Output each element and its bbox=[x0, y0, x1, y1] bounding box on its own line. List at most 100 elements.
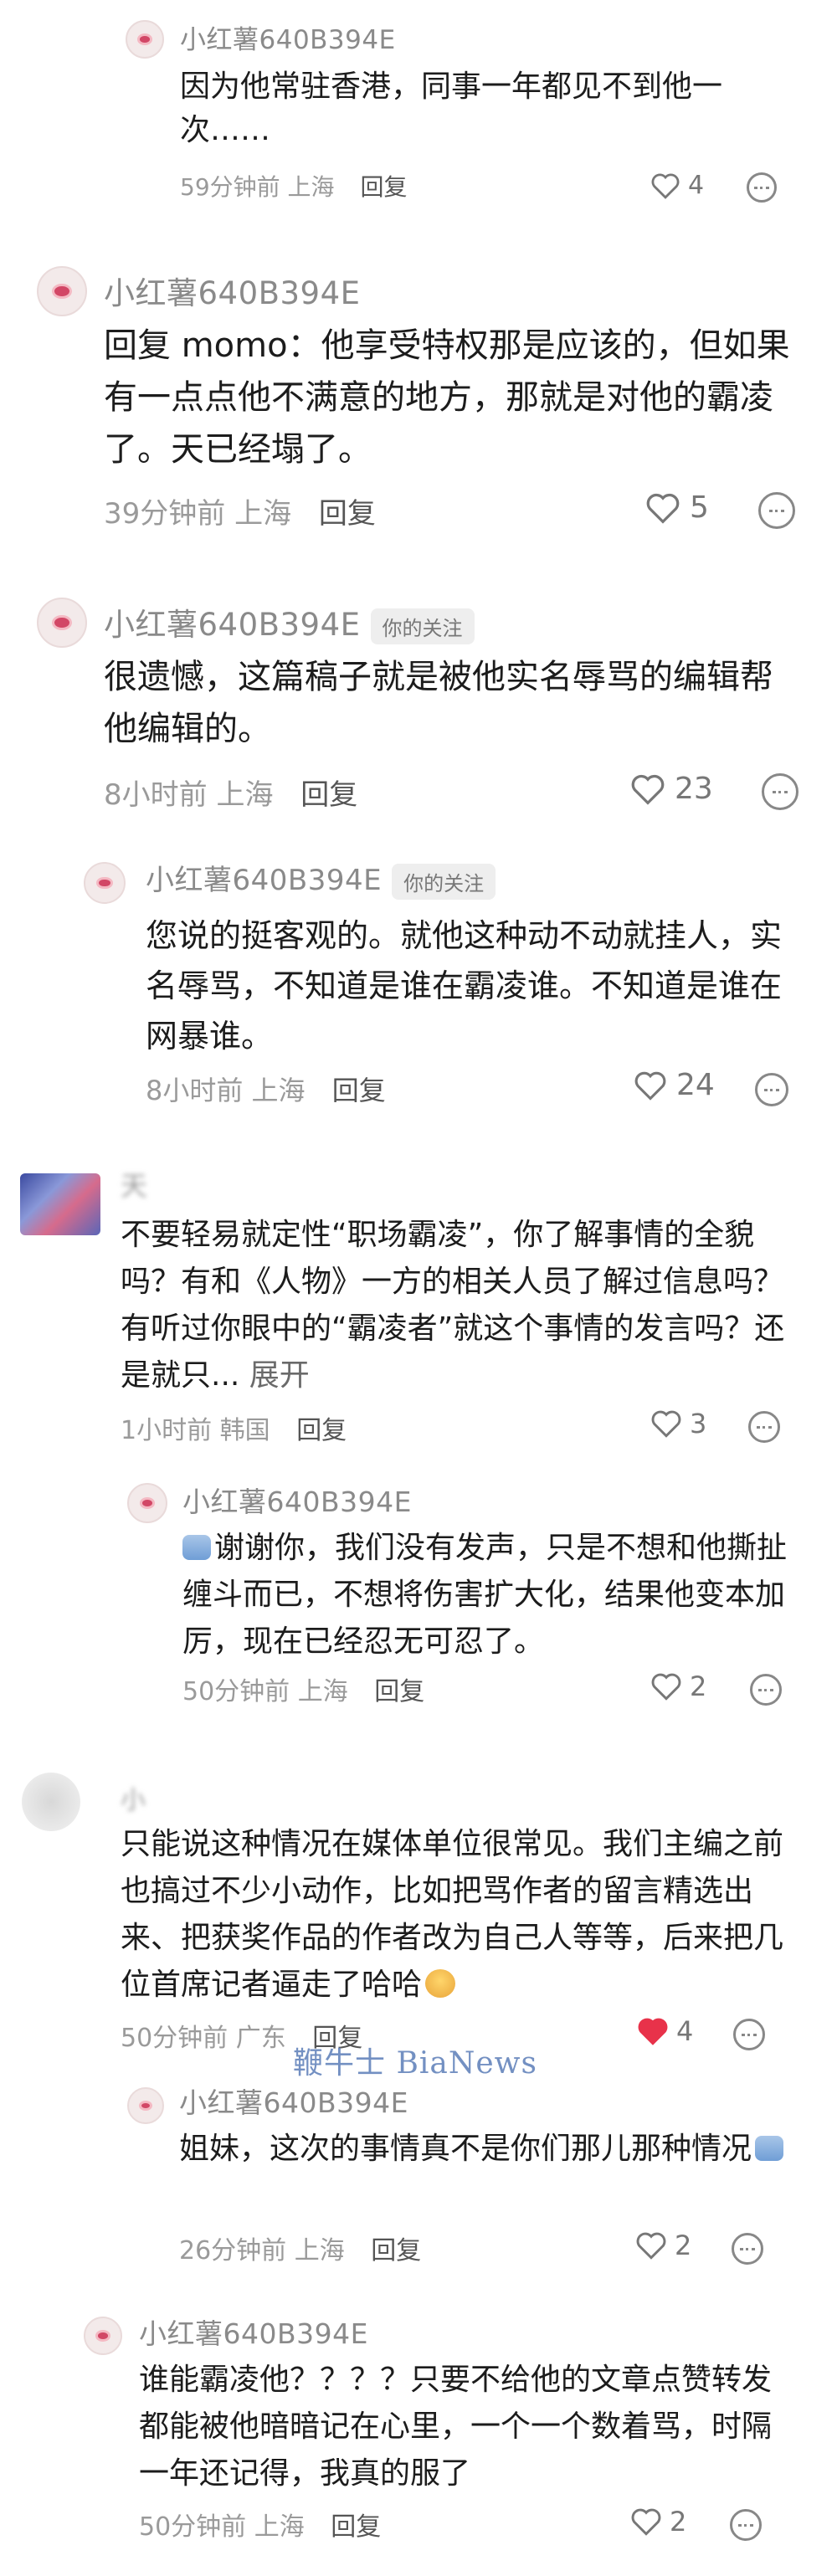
like-count: 23 bbox=[675, 772, 713, 806]
more-dots-icon[interactable] bbox=[730, 2509, 762, 2541]
like-count: 24 bbox=[676, 1068, 715, 1102]
reply-button[interactable]: 回复 bbox=[374, 1677, 424, 1706]
more-dots-icon[interactable] bbox=[747, 172, 777, 203]
comment-meta: 50分钟前 上海 回复 bbox=[182, 1670, 424, 1707]
avatar[interactable] bbox=[22, 1773, 80, 1831]
heart-icon bbox=[629, 772, 666, 806]
comment-text[interactable]: 不要轻易就定性“职场霸凌”，你了解事情的全貌吗？有和《人物》一方的相关人员了解过… bbox=[121, 1212, 790, 1399]
comment-meta: 8小时前 上海 回复 bbox=[146, 1070, 386, 1108]
comment-username[interactable]: 小红薯640B394E bbox=[182, 1480, 412, 1520]
avatar[interactable] bbox=[84, 862, 126, 904]
avatar[interactable] bbox=[20, 1173, 100, 1235]
like-count: 2 bbox=[690, 1670, 707, 1702]
like-button[interactable]: 3 bbox=[650, 1408, 706, 1439]
comment-location: 上海 bbox=[216, 778, 274, 812]
like-button[interactable]: 5 bbox=[644, 490, 709, 525]
comment-username[interactable]: 小红薯640B394E bbox=[179, 2081, 408, 2121]
comment-time: 50分钟前 bbox=[182, 1677, 290, 1706]
comment-time: 50分钟前 bbox=[121, 2024, 229, 2053]
reply-button[interactable]: 回复 bbox=[332, 1075, 386, 1106]
heart-icon bbox=[650, 1409, 683, 1439]
comment-text[interactable]: 只能说这种情况在媒体单位很常见。我们主编之前也搞过不少小动作，比如把骂作者的留言… bbox=[121, 1821, 790, 2009]
more-dots-icon[interactable] bbox=[762, 773, 798, 810]
comment-time: 59分钟前 bbox=[180, 173, 280, 201]
comment-location: 上海 bbox=[297, 1677, 348, 1706]
reply-button[interactable]: 回复 bbox=[371, 2236, 421, 2266]
heart-icon bbox=[634, 2230, 668, 2260]
like-button[interactable]: 4 bbox=[650, 171, 704, 200]
comment-text[interactable]: 谁能霸凌他？？？？只要不给他的文章点赞转发都能被他暗暗记在心里，一个一个数着骂，… bbox=[139, 2357, 800, 2497]
like-button[interactable]: 23 bbox=[629, 772, 713, 806]
reply-button[interactable]: 回复 bbox=[300, 778, 357, 812]
sweat-emoji-icon bbox=[182, 1535, 211, 1560]
more-dots-icon[interactable] bbox=[755, 1073, 788, 1106]
heart-icon bbox=[644, 491, 681, 525]
like-button[interactable]: 2 bbox=[650, 1670, 706, 1702]
like-count: 2 bbox=[675, 2230, 692, 2261]
heart-icon bbox=[650, 1671, 683, 1701]
comment-username[interactable]: 天 bbox=[121, 1165, 148, 1203]
comment-meta: 59分钟前 上海 回复 bbox=[180, 169, 407, 203]
comment-username[interactable]: 小红薯640B394E 你的关注 bbox=[104, 599, 475, 644]
comment-location: 韩国 bbox=[219, 1416, 270, 1445]
like-count: 4 bbox=[676, 2015, 694, 2047]
heart-icon bbox=[629, 2507, 663, 2537]
reply-button[interactable]: 回复 bbox=[331, 2512, 381, 2542]
comment-location: 上海 bbox=[251, 1075, 306, 1106]
avatar[interactable] bbox=[37, 266, 87, 316]
like-button[interactable]: 24 bbox=[633, 1068, 715, 1102]
like-count: 4 bbox=[688, 171, 705, 200]
reply-button[interactable]: 回复 bbox=[296, 1416, 347, 1445]
more-dots-icon[interactable] bbox=[748, 1411, 780, 1443]
avatar[interactable] bbox=[84, 2317, 122, 2355]
avatar[interactable] bbox=[126, 20, 164, 59]
comment-location: 上海 bbox=[254, 2512, 305, 2542]
following-badge: 你的关注 bbox=[370, 608, 475, 644]
heart-icon bbox=[633, 1070, 668, 1101]
like-button[interactable]: 4 bbox=[636, 2015, 693, 2047]
comment-text[interactable]: 很遗憾，这篇稿子就是被他实名辱骂的编辑帮他编辑的。 bbox=[104, 651, 798, 755]
comment-meta: 1小时前 韩国 回复 bbox=[121, 1409, 347, 1446]
comment-meta: 50分钟前 上海 回复 bbox=[139, 2506, 381, 2543]
like-count: 2 bbox=[670, 2506, 687, 2538]
like-count: 5 bbox=[690, 490, 709, 525]
like-button[interactable]: 2 bbox=[634, 2230, 691, 2261]
comment-text[interactable]: 因为他常驻香港，同事一年都见不到他一次…… bbox=[180, 65, 791, 152]
more-dots-icon[interactable] bbox=[732, 2233, 763, 2265]
comment-username[interactable]: 小红薯640B394E 你的关注 bbox=[146, 857, 496, 900]
comment-time: 26分钟前 bbox=[179, 2236, 287, 2266]
more-dots-icon[interactable] bbox=[750, 1674, 782, 1706]
laugh-emoji-icon bbox=[425, 1969, 456, 1998]
comment-time: 50分钟前 bbox=[139, 2512, 247, 2542]
following-badge: 你的关注 bbox=[392, 864, 496, 900]
like-button[interactable]: 2 bbox=[629, 2506, 686, 2538]
avatar[interactable] bbox=[127, 2087, 164, 2124]
comment-location: 上海 bbox=[287, 173, 335, 201]
comment-text[interactable]: 谢谢你，我们没有发声，只是不想和他撕扯缠斗而已，不想将伤害扩大化，结果他变本加厉… bbox=[182, 1525, 802, 1665]
more-dots-icon[interactable] bbox=[733, 2019, 765, 2050]
comment-meta: 39分钟前 上海 回复 bbox=[104, 490, 376, 531]
comment-location: 上海 bbox=[234, 497, 292, 531]
comment-text[interactable]: 回复 momo：他享受特权那是应该的，但如果有一点点他不满意的地方，那就是对他的… bbox=[104, 320, 807, 475]
comment-text[interactable]: 姐妹，这次的事情真不是你们那儿那种情况 bbox=[179, 2126, 798, 2173]
comment-time: 8小时前 bbox=[104, 778, 208, 812]
username-text: 小红薯640B394E bbox=[146, 864, 383, 897]
comment-username[interactable]: 小红薯640B394E bbox=[104, 268, 361, 313]
more-dots-icon[interactable] bbox=[758, 492, 795, 529]
comment-time: 39分钟前 bbox=[104, 497, 226, 531]
comment-text-content: 谢谢你，我们没有发声，只是不想和他撕扯缠斗而已，不想将伤害扩大化，结果他变本加厉… bbox=[182, 1531, 788, 1659]
comment-text-content: 姐妹，这次的事情真不是你们那儿那种情况 bbox=[179, 2132, 752, 2166]
reply-button[interactable]: 回复 bbox=[319, 497, 376, 531]
comment-meta: 8小时前 上海 回复 bbox=[104, 772, 357, 813]
comment-text[interactable]: 您说的挺客观的。就他这种动不动就挂人，实名辱骂，不知道是谁在霸凌谁。不知道是谁在… bbox=[146, 911, 798, 1061]
avatar[interactable] bbox=[127, 1483, 167, 1523]
comment-username[interactable]: 小红薯640B394E bbox=[139, 2312, 368, 2352]
comment-meta: 26分钟前 上海 回复 bbox=[179, 2230, 421, 2266]
expand-link[interactable]: 展开 bbox=[249, 1358, 310, 1393]
like-count: 3 bbox=[690, 1408, 707, 1439]
comment-username[interactable]: 小 bbox=[121, 1779, 146, 1816]
reply-button[interactable]: 回复 bbox=[360, 173, 407, 201]
avatar[interactable] bbox=[37, 598, 87, 648]
comment-username[interactable]: 小红薯640B394E bbox=[180, 18, 396, 56]
comment-time: 1小时前 bbox=[121, 1416, 213, 1445]
